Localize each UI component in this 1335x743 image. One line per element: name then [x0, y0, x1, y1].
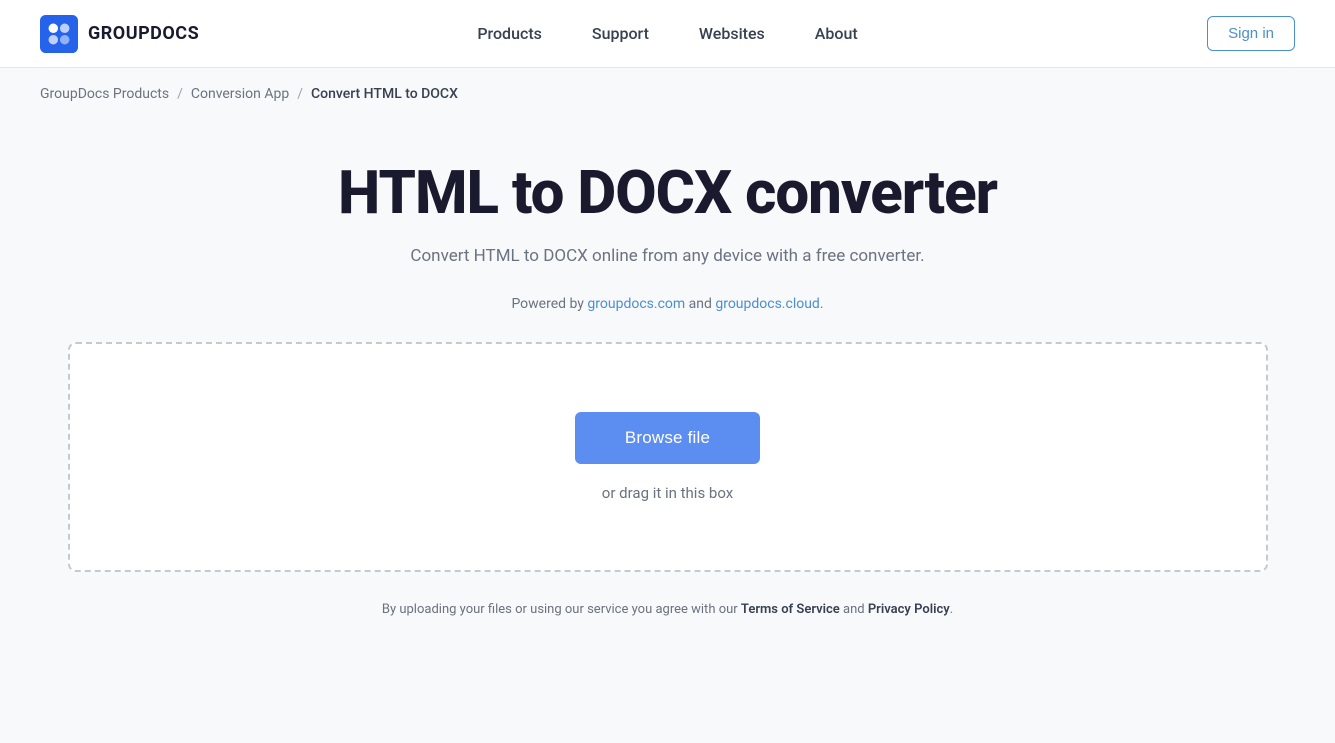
- powered-by-prefix: Powered by: [511, 296, 587, 312]
- page-subtitle: Convert HTML to DOCX online from any dev…: [410, 246, 924, 266]
- breadcrumb-separator-2: /: [297, 86, 303, 102]
- breadcrumb-current: Convert HTML to DOCX: [311, 86, 458, 102]
- nav-products[interactable]: Products: [457, 16, 562, 51]
- powered-by-suffix: .: [820, 296, 824, 312]
- breadcrumb-separator-1: /: [177, 86, 183, 102]
- main-nav: Products Support Websites About: [457, 16, 877, 51]
- powered-by-and: and: [685, 296, 715, 312]
- footer-note: By uploading your files or using our ser…: [382, 602, 953, 617]
- sign-in-button[interactable]: Sign in: [1207, 16, 1295, 51]
- breadcrumb-groupdocs[interactable]: GroupDocs Products: [40, 86, 169, 102]
- privacy-policy-link[interactable]: Privacy Policy: [868, 602, 950, 617]
- breadcrumb-conversion-app[interactable]: Conversion App: [191, 86, 289, 102]
- footer-note-prefix: By uploading your files or using our ser…: [382, 602, 741, 617]
- drag-text: or drag it in this box: [602, 484, 733, 502]
- logo-area[interactable]: GROUPDOCS: [40, 15, 199, 53]
- groupdocs-cloud-link[interactable]: groupdocs.cloud: [715, 296, 820, 312]
- main-content: HTML to DOCX converter Convert HTML to D…: [0, 120, 1335, 637]
- nav-websites[interactable]: Websites: [679, 16, 785, 51]
- browse-file-button[interactable]: Browse file: [575, 412, 760, 464]
- footer-and: and: [840, 602, 868, 617]
- file-drop-zone[interactable]: Browse file or drag it in this box: [68, 342, 1268, 572]
- powered-by: Powered by groupdocs.com and groupdocs.c…: [511, 296, 823, 312]
- logo-text: GROUPDOCS: [88, 23, 199, 44]
- groupdocs-logo-icon: [40, 15, 78, 53]
- header: GROUPDOCS Products Support Websites Abou…: [0, 0, 1335, 68]
- page-title: HTML to DOCX converter: [338, 160, 997, 226]
- breadcrumb: GroupDocs Products / Conversion App / Co…: [0, 68, 1335, 120]
- footer-suffix: .: [950, 602, 953, 617]
- nav-about[interactable]: About: [795, 16, 878, 51]
- terms-of-service-link[interactable]: Terms of Service: [741, 602, 840, 617]
- groupdocs-com-link[interactable]: groupdocs.com: [587, 296, 685, 312]
- nav-support[interactable]: Support: [572, 16, 669, 51]
